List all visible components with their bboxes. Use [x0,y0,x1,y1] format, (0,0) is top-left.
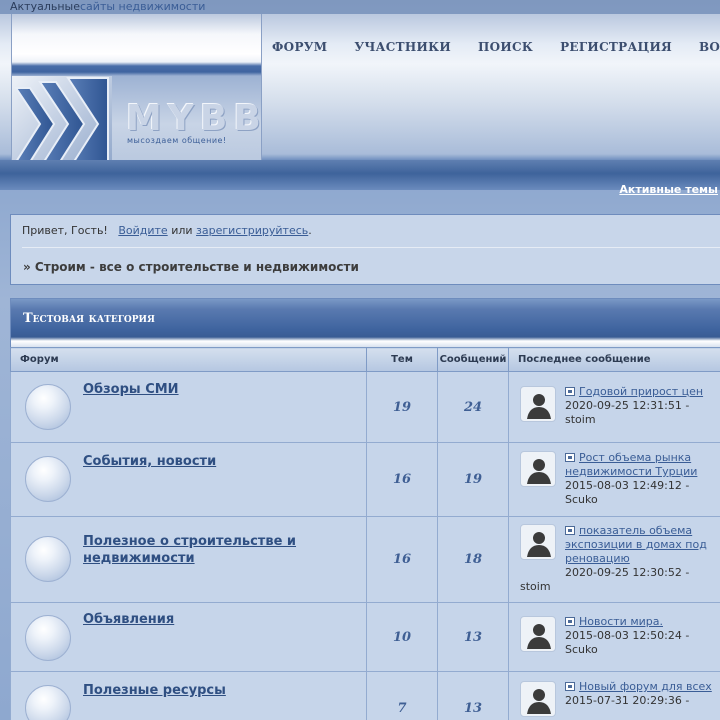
forum-link[interactable]: Обзоры СМИ [83,381,179,398]
last-post-info: Рост объема рынка недвижимости Турции 20… [565,451,715,507]
welcome-box: Привет, Гость! Войдите или зарегистрируй… [10,214,720,285]
topics-count: 19 [366,371,438,443]
last-post-link[interactable]: Годовой прирост цен [579,385,703,398]
topics-count: 16 [366,516,438,603]
last-post-link[interactable]: показатель объема экспозиции в домах под… [565,524,707,565]
last-post-link[interactable]: Новости мира. [579,615,663,628]
logo-text: MYBB [126,98,267,139]
posts-count: 18 [437,516,509,603]
register-link[interactable]: зарегистрируйтесь [196,224,308,237]
table-header-row: Форум Тем Сообщений Последнее сообщение [10,347,720,372]
posts-count: 13 [437,671,509,720]
last-post-cell: Рост объема рынка недвижимости Турции 20… [508,442,720,517]
col-topics: Тем [366,347,438,372]
login-link[interactable]: Войдите [118,224,167,237]
last-post-date: 2015-08-03 12:50:24 - [565,629,690,642]
logo-slogan: мысоздаем общение! [127,136,227,145]
posts-count: 24 [437,371,509,443]
col-last-post: Последнее сообщение [508,347,720,372]
last-post-cell: Новости мира. 2015-08-03 12:50:24 - Scuk… [508,602,720,672]
topics-count: 10 [366,602,438,672]
or-text: или [171,224,193,237]
forum-link[interactable]: Полезные ресурсы [83,682,226,699]
table-row: Объявления 10 13 Новости мира. 2015-08-0… [10,602,720,672]
last-post-link[interactable]: Новый форум для всех [579,680,712,693]
posts-count: 19 [437,442,509,517]
last-post-date: 2015-07-31 20:29:36 - [565,694,690,707]
forum-cell: События, новости [10,442,367,517]
forum-status-icon [25,685,71,720]
forum-status-icon [25,384,71,430]
forum-link[interactable]: События, новости [83,453,216,470]
last-post-date: 2020-09-25 12:31:51 - [565,399,690,412]
top-ad-line: Актуальныесайты недвижимости [0,0,720,14]
forum-status-icon [25,536,71,582]
table-row: События, новости 16 19 Рост объема рынка… [10,442,720,517]
avatar[interactable] [520,451,556,487]
category-header: Тестовая категория [10,298,720,348]
last-post-info: Новый форум для всех 2015-07-31 20:29:36… [565,680,715,708]
last-post-user: Scuko [565,493,598,506]
topics-count: 7 [366,671,438,720]
last-post-info: Новости мира. 2015-08-03 12:50:24 - Scuk… [565,615,715,657]
dot-text: . [308,224,312,237]
col-forum: Форум [10,347,367,372]
last-post-date: 2020-09-25 12:30:52 - [565,566,690,579]
forum-table: Форум Тем Сообщений Последнее сообщение … [10,347,720,720]
avatar[interactable] [520,386,556,422]
main-nav: ФОРУМ УЧАСТНИКИ ПОИСК РЕГИСТРАЦИЯ ВОЙТИ [272,40,720,54]
topics-count: 16 [366,442,438,517]
last-post-date: 2015-08-03 12:49:12 - [565,479,690,492]
breadcrumb: » Строим - все о строительстве и недвижи… [23,260,359,274]
category-title: Тестовая категория [23,311,155,326]
welcome-line: Привет, Гость! Войдите или зарегистрируй… [22,224,312,237]
forum-cell: Обзоры СМИ [10,371,367,443]
post-icon [565,387,575,396]
last-post-user: Scuko [565,643,598,656]
top-ad-prefix: Актуальные [10,0,80,13]
active-topics-link[interactable]: Активные темы [619,183,718,196]
forum-status-icon [25,615,71,661]
last-post-link[interactable]: Рост объема рынка недвижимости Турции [565,451,697,478]
forum-cell: Объявления [10,602,367,672]
posts-count: 13 [437,602,509,672]
site-logo[interactable]: MYBB мысоздаем общение! [11,14,262,174]
forum-status-icon [25,456,71,502]
forum-cell: Полезное о строительстве и недвижимости [10,516,367,603]
last-post-info: Годовой прирост цен 2020-09-25 12:31:51 … [565,385,715,427]
col-posts: Сообщений [437,347,509,372]
avatar[interactable] [520,524,556,560]
nav-members[interactable]: УЧАСТНИКИ [354,40,451,54]
nav-forum[interactable]: ФОРУМ [272,40,327,54]
last-post-user: stoim [565,413,596,426]
greeting: Привет, Гость! [22,224,108,237]
nav-search[interactable]: ПОИСК [478,40,533,54]
table-row: Обзоры СМИ 19 24 Годовой прирост цен 202… [10,371,720,443]
last-post-cell: Новый форум для всех 2015-07-31 20:29:36… [508,671,720,720]
last-post-cell: показатель объема экспозиции в домах под… [508,516,720,603]
post-icon [565,453,575,462]
forum-link[interactable]: Объявления [83,611,174,628]
forum-cell: Полезные ресурсы [10,671,367,720]
last-post-cell: Годовой прирост цен 2020-09-25 12:31:51 … [508,371,720,443]
post-icon [565,682,575,691]
table-row: Полезные ресурсы 7 13 Новый форум для вс… [10,671,720,720]
header-stripe [0,160,720,190]
forum-link[interactable]: Полезное о строительстве и недвижимости [83,533,343,567]
chevron-logo-icon [12,76,112,173]
top-ad-link[interactable]: сайты недвижимости [80,0,205,13]
last-post-info: показатель объема экспозиции в домах под… [565,524,715,580]
avatar[interactable] [520,616,556,652]
last-post-user: stoim [520,580,551,593]
divider [22,247,720,248]
nav-login[interactable]: ВОЙТИ [699,40,720,54]
nav-register[interactable]: РЕГИСТРАЦИЯ [560,40,672,54]
table-row: Полезное о строительстве и недвижимости … [10,516,720,603]
post-icon [565,617,575,626]
avatar[interactable] [520,681,556,717]
post-icon [565,526,575,535]
